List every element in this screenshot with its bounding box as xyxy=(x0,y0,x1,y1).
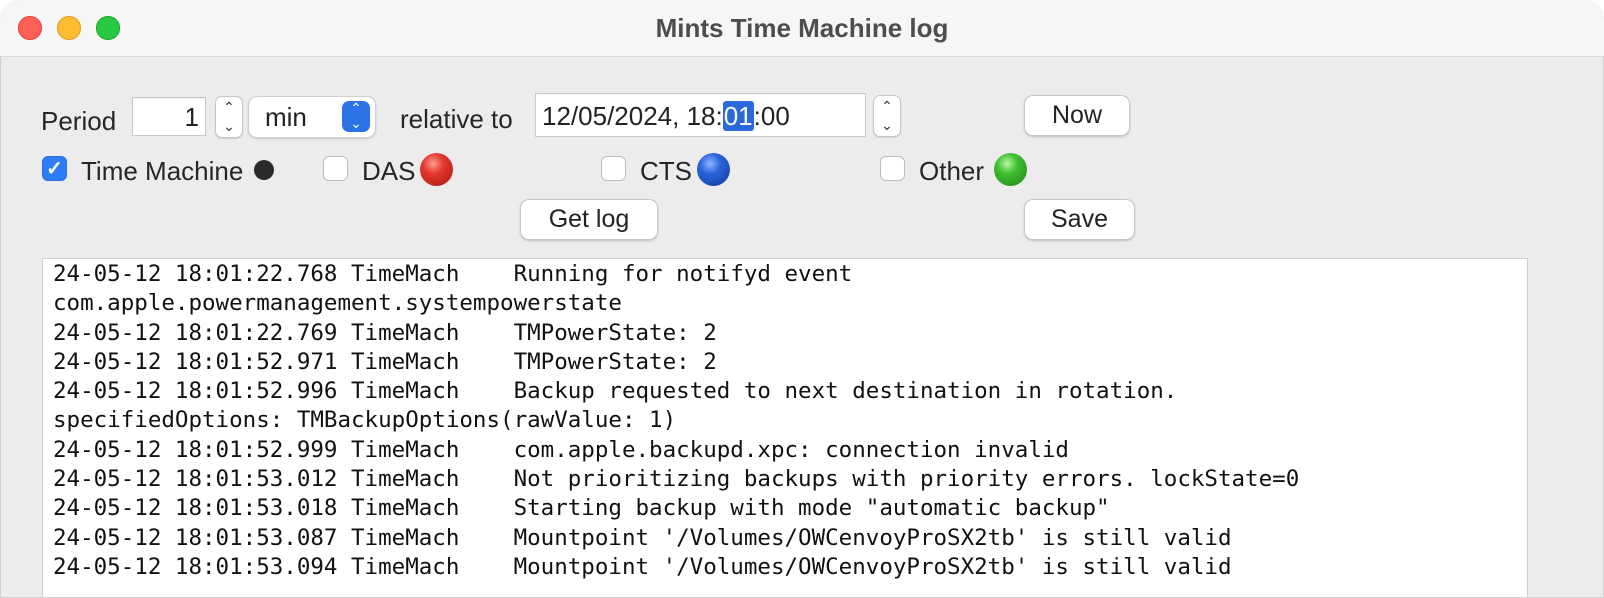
log-line: 24-05-12 18:01:22.769 TimeMach TMPowerSt… xyxy=(53,319,717,346)
log-line: 24-05-12 18:01:53.094 TimeMach Mountpoin… xyxy=(53,553,1232,580)
log-text-view[interactable]: 24-05-12 18:01:22.768 TimeMach Running f… xyxy=(42,258,1528,598)
title-bar[interactable]: Mints Time Machine log xyxy=(0,0,1604,57)
log-line: 24-05-12 18:01:53.087 TimeMach Mountpoin… xyxy=(53,524,1232,551)
other-label: Other xyxy=(919,156,985,186)
chevron-up-icon[interactable]: ⌃ xyxy=(874,96,900,116)
log-line: 24-05-12 18:01:52.971 TimeMach TMPowerSt… xyxy=(53,348,717,375)
save-button[interactable]: Save xyxy=(1024,199,1135,240)
unit-select[interactable]: min ⌃ ⌄ xyxy=(248,96,376,138)
cts-color-dot xyxy=(697,153,730,186)
das-checkbox[interactable] xyxy=(323,156,348,181)
log-line: com.apple.powermanagement.systempowersta… xyxy=(53,290,622,317)
get-log-button[interactable]: Get log xyxy=(520,199,658,240)
log-line: 24-05-12 18:01:52.999 TimeMach com.apple… xyxy=(53,436,1069,463)
cts-checkbox[interactable] xyxy=(601,156,626,181)
log-line: 24-05-12 18:01:53.012 TimeMach Not prior… xyxy=(53,466,1300,493)
datetime-seconds-part: :00 xyxy=(753,101,790,131)
cts-label: CTS xyxy=(640,156,692,186)
log-line: 24-05-12 18:01:22.768 TimeMach Running f… xyxy=(53,261,853,287)
time-machine-color-dot xyxy=(254,160,274,180)
log-line: 24-05-12 18:01:53.018 TimeMach Starting … xyxy=(53,495,1110,522)
chevron-up-icon[interactable]: ⌃ xyxy=(216,97,242,117)
period-stepper[interactable]: ⌃ ⌄ xyxy=(215,96,243,138)
log-body: 24-05-12 18:01:22.768 TimeMach Running f… xyxy=(43,259,1527,582)
time-machine-checkbox[interactable]: ✓ xyxy=(42,156,67,181)
datetime-input[interactable]: 12/05/2024, 18:01:00 xyxy=(535,93,866,137)
chevron-down-icon[interactable]: ⌄ xyxy=(216,116,242,136)
relative-to-label: relative to xyxy=(400,104,513,134)
period-value: 1 xyxy=(184,102,199,132)
log-line: 24-05-12 18:01:52.996 TimeMach Backup re… xyxy=(53,378,1178,405)
das-color-dot xyxy=(420,153,453,186)
log-line: specifiedOptions: TMBackupOptions(rawVal… xyxy=(53,407,677,434)
datetime-date-part: 12/05/2024, 18: xyxy=(542,101,723,131)
app-window: Mints Time Machine log Period 1 ⌃ ⌄ min … xyxy=(0,0,1604,598)
period-label: Period xyxy=(41,106,117,136)
other-checkbox[interactable] xyxy=(880,156,905,181)
window-title: Mints Time Machine log xyxy=(655,13,949,43)
other-color-dot xyxy=(994,153,1027,186)
now-button[interactable]: Now xyxy=(1024,95,1130,136)
updown-chevron-icon: ⌃ ⌄ xyxy=(342,101,370,132)
period-input[interactable]: 1 xyxy=(132,97,206,136)
datetime-minute-selected[interactable]: 01 xyxy=(722,101,754,131)
das-label: DAS xyxy=(362,156,416,186)
unit-selected-value: min xyxy=(265,102,307,132)
time-machine-label: Time Machine xyxy=(81,156,244,186)
datetime-stepper[interactable]: ⌃ ⌄ xyxy=(873,95,901,137)
chevron-down-icon[interactable]: ⌄ xyxy=(874,115,900,135)
